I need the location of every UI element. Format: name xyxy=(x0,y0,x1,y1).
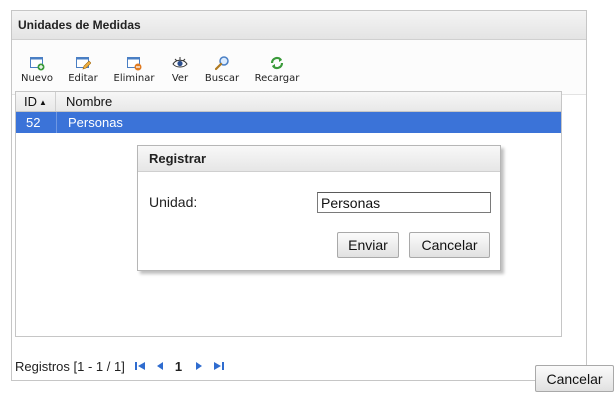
dialog-cancel-button[interactable]: Cancelar xyxy=(409,232,490,258)
row-nombre: Personas xyxy=(68,115,123,130)
dialog-title: Registrar xyxy=(138,146,500,172)
reload-button-label: Recargar xyxy=(254,73,300,84)
pager: Registros [1 - 1 / 1] 1 xyxy=(15,356,225,376)
delete-window-icon xyxy=(127,57,142,71)
new-button[interactable]: Nuevo xyxy=(15,42,59,92)
edit-button[interactable]: Editar xyxy=(61,42,105,92)
search-button-label: Buscar xyxy=(204,73,240,84)
unit-label: Unidad: xyxy=(149,194,198,210)
submit-button[interactable]: Enviar xyxy=(337,232,399,258)
grid-header: ID ▲ Nombre xyxy=(15,91,562,112)
edit-button-label: Editar xyxy=(68,73,98,84)
view-button[interactable]: Ver xyxy=(163,42,197,92)
eye-icon xyxy=(172,57,188,68)
column-header-nombre[interactable]: Nombre xyxy=(66,92,112,111)
current-page: 1 xyxy=(174,358,183,374)
first-page-button[interactable] xyxy=(134,360,146,372)
column-header-id[interactable]: ID ▲ xyxy=(16,92,56,111)
last-page-icon xyxy=(214,362,225,370)
delete-button[interactable]: Eliminar xyxy=(107,42,161,92)
reload-button[interactable]: Recargar xyxy=(247,42,307,92)
last-page-button[interactable] xyxy=(213,360,225,372)
column-id-label: ID xyxy=(24,94,37,109)
previous-page-button[interactable] xyxy=(155,360,165,372)
row-id: 52 xyxy=(26,115,41,130)
records-info: Registros [1 - 1 / 1] xyxy=(15,358,125,374)
toolbar: Nuevo Editar Eliminar Ver Buscar Recarga… xyxy=(12,40,586,95)
next-page-icon xyxy=(196,362,203,370)
new-window-icon xyxy=(30,57,45,71)
first-page-icon xyxy=(134,362,145,370)
panel-title: Unidades de Medidas xyxy=(12,11,586,40)
edit-window-icon xyxy=(76,57,91,70)
refresh-icon xyxy=(270,56,284,70)
cancel-button[interactable]: Cancelar xyxy=(535,365,614,392)
table-row[interactable]: 52 Personas xyxy=(16,112,561,133)
next-page-button[interactable] xyxy=(194,360,204,372)
register-dialog: Registrar Unidad: Enviar Cancelar xyxy=(137,145,501,271)
previous-page-icon xyxy=(156,362,163,370)
sort-ascending-icon: ▲ xyxy=(39,98,47,107)
column-divider xyxy=(56,112,57,133)
unit-input[interactable] xyxy=(317,192,491,213)
new-button-label: Nuevo xyxy=(20,73,53,84)
view-button-label: Ver xyxy=(171,73,189,84)
magnifier-icon xyxy=(214,56,229,71)
delete-button-label: Eliminar xyxy=(113,73,155,84)
search-button[interactable]: Buscar xyxy=(199,42,245,92)
column-nombre-label: Nombre xyxy=(66,94,113,109)
